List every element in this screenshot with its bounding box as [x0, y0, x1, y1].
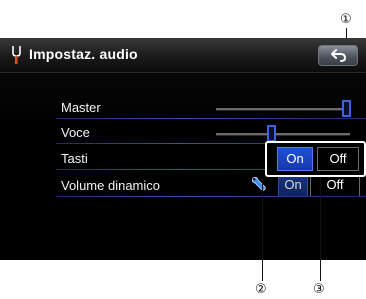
- callout-2: ②: [255, 282, 267, 297]
- row-divider: [56, 118, 366, 119]
- page-title: Impostaz. audio: [29, 46, 138, 62]
- tasti-label: Tasti: [61, 151, 88, 166]
- tuning-fork-icon: [10, 45, 24, 65]
- master-slider-thumb[interactable]: [342, 100, 351, 117]
- audio-settings-screen: Impostaz. audio Master Voce Tasti Volume…: [0, 38, 366, 260]
- voce-slider-thumb[interactable]: [267, 125, 276, 142]
- title-bar: Impostaz. audio: [0, 38, 366, 73]
- callout-2-leader: [262, 178, 263, 281]
- master-label: Master: [61, 100, 101, 115]
- wrench-icon[interactable]: [250, 175, 268, 193]
- voce-slider-track[interactable]: [216, 133, 350, 135]
- tasti-on-button[interactable]: On: [277, 147, 313, 171]
- master-slider-track[interactable]: [216, 108, 350, 110]
- callout-1: ①: [340, 12, 352, 27]
- back-button[interactable]: [318, 45, 358, 66]
- row-master: Master: [56, 95, 366, 119]
- volume-dinamico-label: Volume dinamico: [61, 178, 160, 193]
- manual-page: ① Impostaz. audio Master Voce Tasti Volu…: [0, 0, 366, 299]
- voce-label: Voce: [61, 125, 90, 140]
- callout-3-leader: [320, 177, 321, 281]
- tasti-off-button[interactable]: Off: [317, 147, 359, 171]
- tasti-toggle-highlight: On Off: [265, 141, 366, 177]
- callout-3: ③: [313, 282, 325, 297]
- back-arrow-icon: [331, 49, 346, 62]
